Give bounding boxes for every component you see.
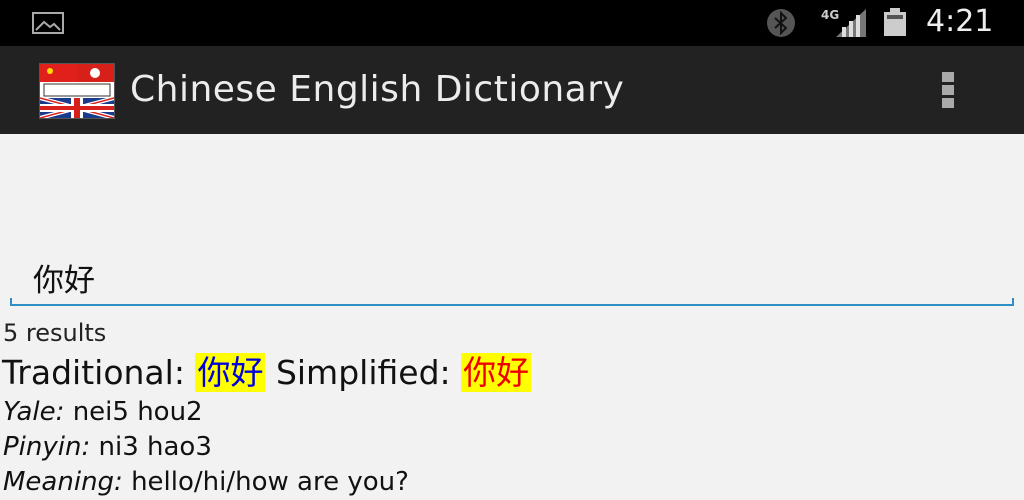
traditional-chars: 你好	[195, 353, 266, 392]
simplified-label: Simplified:	[275, 353, 451, 392]
signal-icon	[836, 9, 866, 37]
pinyin-line: Pinyin: ni3 hao3	[3, 431, 212, 463]
status-bar: 4G 4:21	[0, 0, 1024, 46]
app-title: Chinese English Dictionary	[130, 69, 625, 110]
simplified-chars: 你好	[461, 353, 532, 392]
results-count: 5 results	[3, 319, 107, 347]
overflow-dot	[942, 98, 954, 108]
action-bar: Chinese English Dictionary	[0, 46, 1024, 134]
meaning-line: Meaning: hello/hi/how are you?	[3, 466, 409, 498]
yale-label: Yale:	[3, 397, 65, 427]
bluetooth-icon	[767, 9, 795, 37]
search-input[interactable]	[33, 255, 993, 299]
pinyin-label: Pinyin:	[3, 432, 91, 462]
battery-icon	[884, 8, 906, 36]
yale-line: Yale: nei5 hou2	[3, 396, 203, 428]
search-underline	[10, 298, 1014, 306]
meaning-label: Meaning:	[3, 467, 123, 497]
overflow-dot	[942, 85, 954, 95]
image-notification-icon	[32, 12, 64, 34]
traditional-label: Traditional:	[2, 353, 185, 392]
meaning-value: hello/hi/how are you?	[131, 467, 409, 497]
yale-value: nei5 hou2	[72, 397, 203, 427]
pinyin-value: ni3 hao3	[98, 432, 212, 462]
clock: 4:21	[926, 4, 994, 39]
app-logo-icon[interactable]	[39, 63, 115, 119]
entry-header[interactable]: Traditional: 你好 Simplified: 你好	[2, 350, 532, 396]
overflow-menu-icon[interactable]	[930, 68, 966, 112]
overflow-dot	[942, 72, 954, 82]
